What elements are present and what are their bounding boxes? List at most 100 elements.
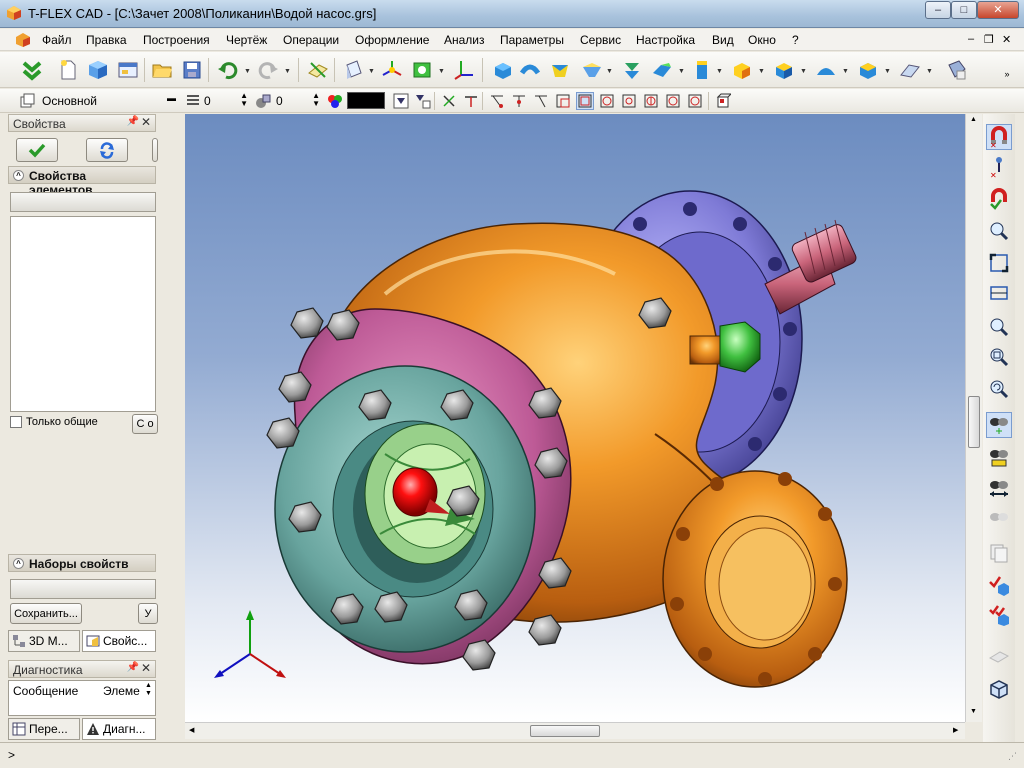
array-dropdown-icon[interactable]: ▼	[800, 68, 807, 75]
3d-profile-dropdown-icon[interactable]: ▼	[438, 68, 445, 75]
rotate-view-icon[interactable]	[986, 412, 1012, 438]
new-drawing-icon[interactable]	[116, 58, 140, 82]
level-spinner-icon[interactable]: ▲ ▼	[240, 92, 248, 108]
fillet-dropdown-icon[interactable]: ▼	[678, 68, 685, 75]
redo-dropdown-icon[interactable]: ▼	[284, 68, 291, 75]
pump-3d-model[interactable]	[185, 114, 967, 722]
lcs-icon[interactable]	[452, 58, 476, 82]
new-3d-model-icon[interactable]	[86, 58, 110, 82]
check-all-bodies-icon[interactable]	[986, 602, 1012, 628]
shell-icon[interactable]	[730, 58, 754, 82]
document-icon[interactable]	[15, 32, 31, 48]
element-selector[interactable]	[10, 192, 156, 212]
confirm-chevron-icon[interactable]	[20, 58, 44, 82]
level-input[interactable]: 0 ▲ ▼	[204, 91, 250, 110]
color-swatch[interactable]	[347, 92, 385, 109]
column-element[interactable]: Элеме	[103, 684, 143, 698]
pin-delete-icon[interactable]: ✕	[986, 154, 1012, 180]
fragment-icon[interactable]	[944, 58, 968, 82]
tab-variables[interactable]: Пере...	[8, 718, 80, 740]
snap-center-icon[interactable]	[620, 92, 638, 110]
menu-parameters[interactable]: Параметры	[500, 33, 564, 47]
menu-view[interactable]: Вид	[712, 33, 734, 47]
cancel-button[interactable]	[152, 138, 158, 162]
menu-construct[interactable]: Построения	[143, 33, 210, 47]
sweep-dropdown-icon[interactable]: ▼	[606, 68, 613, 75]
3d-view-icon[interactable]	[342, 58, 366, 82]
menu-help[interactable]: ?	[792, 33, 799, 47]
minimize-button[interactable]: –	[925, 1, 951, 19]
filter-list-icon[interactable]	[414, 92, 432, 110]
pin-icon[interactable]: 📌	[127, 116, 139, 127]
zoom-window-icon[interactable]	[986, 218, 1012, 244]
3d-profile-icon[interactable]	[410, 58, 434, 82]
magnet-apply-icon[interactable]	[986, 186, 1012, 212]
tab-properties[interactable]: Свойс...	[82, 630, 156, 652]
layer-select[interactable]: Основной ▬	[38, 91, 178, 110]
menu-file[interactable]: Файл	[42, 33, 72, 47]
horizontal-scrollbar[interactable]: ◀ ▶	[185, 722, 965, 739]
ok-button[interactable]	[16, 138, 58, 162]
scroll-down-icon[interactable]: ▼	[970, 708, 977, 715]
undo-dropdown-icon[interactable]: ▼	[244, 68, 251, 75]
snap-midpoint-icon[interactable]	[510, 92, 528, 110]
pan-view-icon[interactable]	[986, 444, 1012, 470]
undo-icon[interactable]	[216, 58, 240, 82]
panel-close-icon[interactable]: ✕	[141, 661, 151, 675]
section-view-icon[interactable]	[986, 642, 1012, 668]
vertical-scrollbar[interactable]: ▲ ▼	[965, 114, 982, 722]
vertical-scroll-thumb[interactable]	[968, 396, 980, 448]
menu-operations[interactable]: Операции	[283, 33, 339, 47]
diagnostics-list[interactable]: Сообщение Элеме ▲ ▼	[8, 680, 156, 716]
tab-3d-model[interactable]: 3D М...	[8, 630, 80, 652]
snap-nearest-icon[interactable]	[686, 92, 704, 110]
body-dropdown-icon[interactable]: ▼	[884, 68, 891, 75]
array-icon[interactable]	[772, 58, 796, 82]
view-cube-icon[interactable]	[986, 676, 1012, 702]
new-file-icon[interactable]	[56, 58, 80, 82]
spline-surface-dropdown-icon[interactable]: ▼	[926, 68, 933, 75]
diag-scroll-icon[interactable]: ▲ ▼	[145, 682, 152, 698]
boolean-icon[interactable]	[620, 58, 644, 82]
chamfer-icon[interactable]	[690, 58, 714, 82]
save-set-button[interactable]: Сохранить...	[10, 603, 82, 624]
zoom-all-icon[interactable]	[986, 280, 1012, 306]
element-properties-header[interactable]: ^ Свойства элементов	[8, 166, 156, 197]
snap-perpendicular-icon[interactable]	[664, 92, 682, 110]
color-palette-icon[interactable]	[326, 92, 344, 110]
mdi-restore-button[interactable]: ❐	[984, 33, 994, 46]
3d-node-icon[interactable]	[380, 58, 404, 82]
snap-quadrant-icon[interactable]	[642, 92, 660, 110]
zoom-dynamic-icon[interactable]	[986, 376, 1012, 402]
scroll-right-icon[interactable]: ▶	[953, 726, 958, 734]
panel-close-icon[interactable]: ✕	[141, 115, 151, 129]
zoom-previous-icon[interactable]	[986, 344, 1012, 370]
menu-settings[interactable]: Настройка	[636, 33, 695, 47]
tab-diagnostics[interactable]: Диагн...	[82, 718, 156, 740]
3d-view-dropdown-icon[interactable]: ▼	[368, 68, 375, 75]
horizontal-scroll-thumb[interactable]	[530, 725, 600, 737]
command-prompt[interactable]: >	[8, 748, 15, 762]
fillet-icon[interactable]	[650, 58, 674, 82]
zoom-extents-icon[interactable]	[986, 250, 1012, 276]
check-body-icon[interactable]	[986, 572, 1012, 598]
common-button[interactable]: С о	[132, 414, 158, 434]
snap-endpoint-icon[interactable]	[488, 92, 506, 110]
open-file-icon[interactable]	[150, 58, 174, 82]
spline-surface-icon[interactable]	[898, 58, 922, 82]
properties-list[interactable]	[10, 216, 156, 412]
property-sets-header[interactable]: ^ Наборы свойств	[8, 554, 156, 572]
priority-input[interactable]: 0 ▲ ▼	[276, 91, 322, 110]
snap-3d-icon[interactable]	[714, 92, 732, 110]
close-button[interactable]: ✕	[977, 1, 1019, 19]
magnet-delete-icon[interactable]: ✕	[986, 124, 1012, 150]
fly-view-icon[interactable]	[986, 504, 1012, 530]
menu-service[interactable]: Сервис	[580, 33, 621, 47]
menu-format[interactable]: Оформление	[355, 33, 429, 47]
outlet-flange[interactable]	[662, 470, 848, 688]
surface-dropdown-icon[interactable]: ▼	[842, 68, 849, 75]
priority-spinner-icon[interactable]: ▲ ▼	[312, 92, 320, 108]
snap-circle-icon[interactable]	[598, 92, 616, 110]
copy-view-icon[interactable]	[986, 540, 1012, 566]
mdi-close-button[interactable]: ✕	[1002, 33, 1011, 46]
